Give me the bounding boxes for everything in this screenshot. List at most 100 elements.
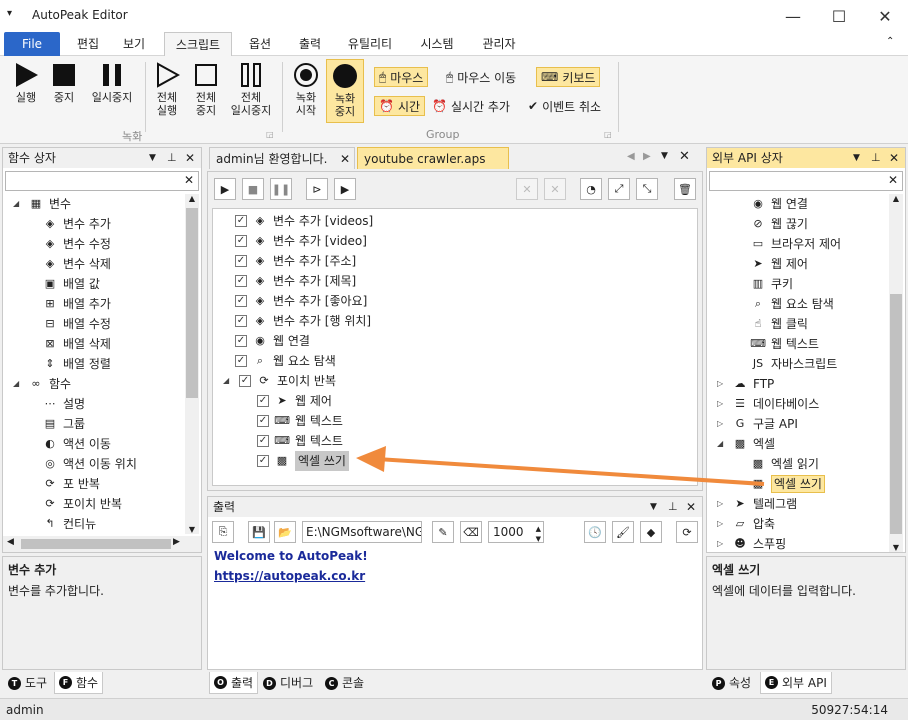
checkbox[interactable]: ✓ (235, 215, 247, 227)
clear-icon[interactable]: ✕ (888, 173, 898, 187)
collapse-ribbon-icon[interactable]: ⌃ (886, 36, 894, 47)
record-start-button[interactable]: 녹화 시작 (288, 62, 324, 117)
stop-script-button[interactable]: ■ (242, 178, 264, 200)
pin-icon[interactable]: ⊥ (668, 497, 678, 517)
checkbox[interactable]: ✓ (257, 415, 269, 427)
scroll-down-icon[interactable]: ▼ (185, 525, 199, 534)
api-search-input[interactable]: ✕ (709, 171, 903, 191)
tab-options[interactable]: 옵션 (240, 32, 280, 56)
run-selected-button[interactable]: ▶ (334, 178, 356, 200)
checkbox[interactable]: ✓ (257, 435, 269, 447)
script-row[interactable]: ✓ ◈ 변수 추가 [좋아요] (235, 291, 367, 311)
checkbox[interactable]: ✓ (235, 355, 247, 367)
list-item[interactable]: ◉ 웹 연결 (751, 194, 808, 214)
group-launcher-icon[interactable]: ◲ (266, 130, 274, 139)
tab-edit[interactable]: 편집 (68, 32, 108, 56)
list-item[interactable]: ⌨ 웹 텍스트 (750, 334, 819, 354)
tab-output-log[interactable]: O 출력 (209, 672, 259, 694)
list-item[interactable]: ◈ 변수 수정 (43, 234, 111, 254)
tab-tools[interactable]: T 도구 (4, 672, 51, 694)
chevron-down-icon[interactable]: ◢ (13, 194, 23, 214)
scrollbar[interactable]: ▲ ▼ (889, 194, 903, 552)
list-item[interactable]: ▷ ▱ 압축 (717, 514, 775, 534)
line-limit-stepper[interactable]: 1000 ▲ ▼ (488, 521, 544, 543)
tab-debug[interactable]: D 디버그 (259, 672, 317, 694)
pause-button[interactable]: 일시중지 (84, 62, 140, 104)
tab-functions[interactable]: F 함수 (54, 672, 104, 694)
script-row[interactable]: ✓ ◈ 변수 추가 [주소] (235, 251, 356, 271)
dropdown-icon[interactable]: ▼ (650, 497, 657, 517)
fill-button[interactable]: ◆ (640, 521, 662, 543)
script-row[interactable]: ✓ ⌨ 웹 텍스트 (257, 431, 343, 451)
run-script-button[interactable]: ▶ (214, 178, 236, 200)
chevron-right-icon[interactable]: ▷ (717, 414, 727, 434)
close-document-icon[interactable]: ✕ (679, 149, 690, 164)
refresh-button[interactable]: ⟳ (676, 521, 698, 543)
broom-button[interactable]: ✎ (432, 521, 454, 543)
save-button[interactable]: 💾 (248, 521, 270, 543)
list-item[interactable]: ▩ 엑셀 읽기 (751, 454, 819, 474)
delete-button[interactable]: 🗑 (674, 178, 696, 200)
path-input[interactable]: E:\NGMsoftware\NG (302, 521, 422, 543)
scroll-down-icon[interactable]: ▼ (889, 543, 903, 552)
list-item[interactable]: ⌕ 웹 요소 탐색 (751, 294, 834, 314)
script-row[interactable]: ✓ ⌨ 웹 텍스트 (257, 411, 343, 431)
list-item[interactable]: ▭ 브라우저 제어 (751, 234, 841, 254)
window-menu-icon[interactable]: ▾ (7, 8, 12, 19)
stop-all-button[interactable]: 전체 중지 (187, 62, 225, 117)
list-item[interactable]: ◈ 변수 추가 (43, 214, 111, 234)
list-item[interactable]: ⟳ 포 반복 (43, 474, 100, 494)
scroll-tabs-left-icon[interactable]: ◀ (627, 151, 635, 162)
list-item[interactable]: ⇕ 배열 정렬 (43, 354, 111, 374)
list-item[interactable]: ▷ ☁ FTP (717, 374, 774, 394)
pause-all-button[interactable]: 전체 일시중지 (226, 62, 276, 117)
dropdown-icon[interactable]: ▼ (853, 148, 860, 168)
checkbox[interactable]: ✓ (235, 295, 247, 307)
mouse-button[interactable]: 🖱 마우스 (374, 67, 429, 87)
script-row[interactable]: ✓ ➤ 웹 제어 (257, 391, 332, 411)
step-button[interactable]: ⊳ (306, 178, 328, 200)
script-row[interactable]: ✓ ▩ 엑셀 쓰기 (257, 451, 349, 471)
tab-system[interactable]: 시스템 (412, 32, 462, 56)
dropdown-icon[interactable]: ▼ (149, 148, 156, 168)
tab-youtube-crawler[interactable]: youtube crawler.aps (357, 147, 509, 169)
list-item[interactable]: ▷ G 구글 API (717, 414, 798, 434)
time-button[interactable]: ⏰ 시간 (374, 96, 426, 116)
chevron-right-icon[interactable]: ▷ (717, 374, 727, 394)
checkbox[interactable]: ✓ (235, 235, 247, 247)
chevron-down-icon[interactable]: ◢ (223, 371, 233, 391)
scroll-thumb[interactable] (21, 539, 171, 549)
list-item[interactable]: ◎ 액션 이동 위치 (43, 454, 137, 474)
keyboard-button[interactable]: ⌨ 키보드 (536, 67, 601, 87)
list-item[interactable]: ▩ 엑셀 쓰기 (751, 474, 825, 494)
script-row[interactable]: ✓ ◈ 변수 추가 [video] (235, 231, 367, 251)
pin-icon[interactable]: ⊥ (167, 148, 177, 168)
tab-list-icon[interactable]: ▼ (661, 151, 668, 161)
stop-button[interactable]: 중지 (46, 62, 82, 104)
scroll-right-icon[interactable]: ▶ (173, 537, 180, 547)
maximize-button[interactable]: ☐ (816, 0, 862, 32)
cancel-event-button[interactable]: ✔ 이벤트 취소 (524, 96, 605, 116)
scroll-thumb[interactable] (186, 208, 198, 398)
list-item[interactable]: ☝ 웹 클릭 (751, 314, 808, 334)
brush-button[interactable]: 🖌 (612, 521, 634, 543)
run-button[interactable]: 실행 (8, 62, 44, 104)
scrollbar[interactable]: ▲ ▼ (185, 194, 199, 534)
chevron-down-icon[interactable]: ◢ (717, 434, 727, 454)
chevron-down-icon[interactable]: ◢ (13, 374, 23, 394)
close-button[interactable]: ✕ (862, 0, 908, 32)
realtime-add-button[interactable]: ⏰ 실시간 추가 (428, 96, 514, 116)
clock-button[interactable]: 🕓 (584, 521, 606, 543)
scroll-left-icon[interactable]: ◀ (7, 537, 14, 547)
list-item[interactable]: ▣ 배열 값 (43, 274, 100, 294)
tab-view[interactable]: 보기 (114, 32, 154, 56)
function-search-input[interactable]: ✕ (5, 171, 199, 191)
mouse-move-button[interactable]: 🖱 마우스 이동 (442, 67, 520, 87)
clear-icon[interactable]: ✕ (184, 173, 194, 187)
tab-welcome[interactable]: admin님 환영합니다. ✕ (209, 147, 355, 169)
tab-console[interactable]: C 콘솔 (321, 672, 368, 694)
script-row[interactable]: ◢ ✓ ⟳ 포이치 반복 (223, 371, 336, 391)
scroll-up-icon[interactable]: ▲ (889, 194, 903, 203)
new-log-button[interactable]: ⎘ (212, 521, 234, 543)
stepper-down-icon[interactable]: ▼ (536, 529, 541, 549)
